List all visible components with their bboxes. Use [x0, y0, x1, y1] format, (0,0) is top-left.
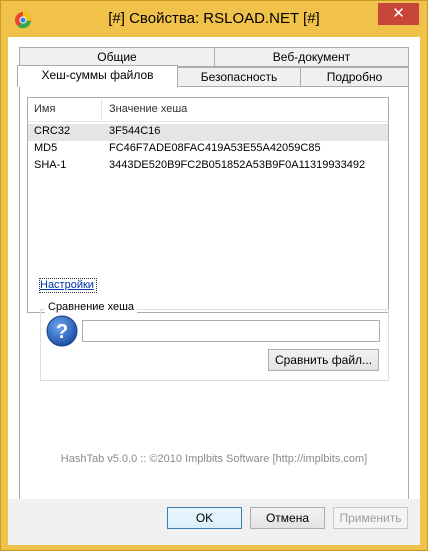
- hash-row-crc32[interactable]: CRC32 3F544C16: [28, 124, 388, 141]
- tab-web-document[interactable]: Веб-документ: [214, 47, 409, 67]
- tab-details[interactable]: Подробно: [300, 67, 409, 87]
- hash-list-header: Имя Значение хеша: [28, 98, 388, 122]
- hash-name: SHA-1: [34, 159, 67, 171]
- column-name-header[interactable]: Имя: [34, 103, 55, 115]
- hash-value: FC46F7ADE08FAC419A53E55A42059C85: [109, 142, 321, 154]
- hash-row-sha1[interactable]: SHA-1 3443DE520B9FC2B051852A53B9F0A11319…: [28, 158, 388, 175]
- cancel-button[interactable]: Отмена: [250, 507, 325, 529]
- column-value-header[interactable]: Значение хеша: [109, 103, 187, 115]
- column-divider[interactable]: [101, 100, 102, 120]
- tab-general[interactable]: Общие: [19, 47, 215, 67]
- window-title: [#] Свойства: RSLOAD.NET [#]: [108, 10, 320, 27]
- hash-value: 3443DE520B9FC2B051852A53B9F0A11319933492: [109, 159, 366, 171]
- dialog-client-area: Общие Веб-документ Хеш-суммы файлов Безо…: [8, 37, 420, 545]
- tab-file-hashes[interactable]: Хеш-суммы файлов: [17, 65, 178, 87]
- close-button[interactable]: ✕: [378, 3, 419, 25]
- apply-button[interactable]: Применить: [333, 507, 408, 529]
- question-icon: ?: [46, 315, 78, 347]
- settings-link[interactable]: Настройки: [40, 279, 94, 291]
- hash-value: 3F544C16: [109, 125, 161, 137]
- hash-compare-input[interactable]: [82, 320, 380, 342]
- title-bar[interactable]: [#] Свойства: RSLOAD.NET [#] ✕: [1, 1, 427, 37]
- hash-compare-label: Сравнение хеша: [45, 301, 138, 313]
- hash-name: CRC32: [34, 125, 71, 137]
- hashtab-credits: HashTab v5.0.0 :: ©2010 Implbits Softwar…: [60, 453, 368, 465]
- tab-security[interactable]: Безопасность: [177, 67, 301, 87]
- svg-text:?: ?: [56, 321, 68, 343]
- hash-row-md5[interactable]: MD5 FC46F7ADE08FAC419A53E55A42059C85: [28, 141, 388, 158]
- ok-button[interactable]: OK: [167, 507, 242, 529]
- properties-window: [#] Свойства: RSLOAD.NET [#] ✕ Общие Веб…: [0, 0, 428, 551]
- hash-name: MD5: [34, 142, 58, 154]
- compare-file-button[interactable]: Сравнить файл...: [268, 349, 379, 371]
